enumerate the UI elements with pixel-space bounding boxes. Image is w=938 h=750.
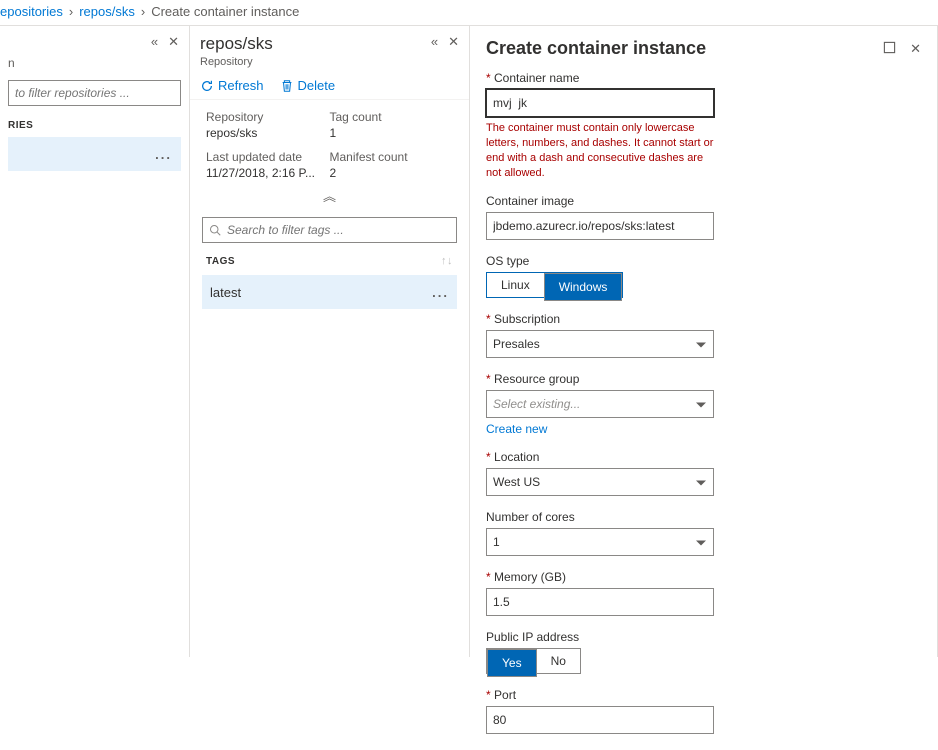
- repository-meta: Repository repos/sks Tag count 1 Last up…: [190, 100, 469, 184]
- port-input[interactable]: [486, 706, 714, 734]
- sort-indicator-icon[interactable]: ↑↓: [441, 255, 453, 267]
- delete-button[interactable]: Delete: [280, 78, 336, 93]
- meta-repo-label: Repository: [206, 110, 330, 124]
- memory-label: Memory (GB): [486, 570, 714, 584]
- public-ip-option-yes[interactable]: Yes: [487, 649, 537, 677]
- tag-search[interactable]: [202, 217, 457, 243]
- filter-repositories-input[interactable]: [8, 80, 181, 106]
- breadcrumb-current: Create container instance: [151, 4, 299, 19]
- subscription-label: Subscription: [486, 312, 714, 326]
- pane1-subheader: n: [8, 54, 181, 80]
- refresh-label: Refresh: [218, 78, 264, 93]
- refresh-button[interactable]: Refresh: [200, 78, 264, 93]
- collapse-meta-icon[interactable]: ︽: [190, 184, 469, 213]
- close-icon[interactable]: ✕: [448, 34, 459, 50]
- container-image-input[interactable]: [486, 212, 714, 240]
- repository-detail-pane: repos/sks Repository « ✕ Refresh Delete …: [190, 26, 470, 657]
- breadcrumb-item-repositories[interactable]: epositories: [0, 4, 63, 19]
- meta-updated-label: Last updated date: [206, 150, 330, 164]
- field-cores: Number of cores: [486, 510, 714, 556]
- create-container-pane: Create container instance ✕ Container na…: [470, 26, 938, 657]
- more-icon[interactable]: ...: [155, 147, 172, 162]
- resource-group-label: Resource group: [486, 372, 714, 386]
- memory-input[interactable]: [486, 588, 714, 616]
- container-name-error: The container must contain only lowercas…: [486, 121, 714, 180]
- tag-list-item[interactable]: latest ...: [202, 275, 457, 309]
- meta-updated-value: 11/27/2018, 2:16 P...: [206, 166, 330, 180]
- location-label: Location: [486, 450, 714, 464]
- close-icon[interactable]: ✕: [910, 41, 921, 57]
- repository-subtitle: Repository: [200, 56, 273, 68]
- field-location: Location: [486, 450, 714, 496]
- field-container-name: Container name The container must contai…: [486, 71, 714, 180]
- create-new-resource-group-link[interactable]: Create new: [486, 422, 547, 436]
- meta-manifest-label: Manifest count: [330, 150, 454, 164]
- create-container-title: Create container instance: [486, 38, 706, 59]
- breadcrumb-separator: ›: [141, 4, 145, 19]
- repository-toolbar: Refresh Delete: [190, 72, 469, 100]
- repository-list-item[interactable]: ...: [8, 137, 181, 171]
- cores-label: Number of cores: [486, 510, 714, 524]
- field-port: Port: [486, 688, 714, 734]
- field-memory: Memory (GB): [486, 570, 714, 616]
- repositories-pane: « ✕ n RIES ...: [0, 26, 190, 657]
- more-icon[interactable]: ...: [432, 285, 449, 300]
- field-container-image: Container image: [486, 194, 714, 240]
- field-os-type: OS type Linux Windows: [486, 254, 714, 298]
- pin-icon[interactable]: [883, 41, 896, 57]
- subscription-select[interactable]: [486, 330, 714, 358]
- field-subscription: Subscription: [486, 312, 714, 358]
- close-icon[interactable]: ✕: [168, 34, 179, 50]
- repositories-category-label: RIES: [8, 120, 181, 131]
- breadcrumb-item-repo[interactable]: repos/sks: [79, 4, 135, 19]
- os-type-option-linux[interactable]: Linux: [487, 273, 544, 297]
- tags-header-label: TAGS: [206, 256, 235, 267]
- os-type-toggle: Linux Windows: [486, 272, 623, 298]
- os-type-option-windows[interactable]: Windows: [544, 273, 623, 301]
- meta-manifest-value: 2: [330, 166, 454, 180]
- meta-tagcount-value: 1: [330, 126, 454, 140]
- search-icon: [209, 224, 221, 236]
- port-label: Port: [486, 688, 714, 702]
- public-ip-option-no[interactable]: No: [537, 649, 580, 673]
- breadcrumb-separator: ›: [69, 4, 73, 19]
- delete-label: Delete: [298, 78, 336, 93]
- meta-tagcount-label: Tag count: [330, 110, 454, 124]
- cores-select[interactable]: [486, 528, 714, 556]
- resource-group-select[interactable]: [486, 390, 714, 418]
- meta-repo-value: repos/sks: [206, 126, 330, 140]
- field-resource-group: Resource group Create new: [486, 372, 714, 436]
- create-container-form: Container name The container must contai…: [470, 63, 730, 750]
- field-public-ip: Public IP address Yes No: [486, 630, 714, 674]
- tag-label: latest: [210, 285, 241, 300]
- container-image-label: Container image: [486, 194, 714, 208]
- breadcrumb: epositories › repos/sks › Create contain…: [0, 0, 938, 26]
- container-name-input[interactable]: [486, 89, 714, 117]
- refresh-icon: [200, 79, 214, 93]
- collapse-icon[interactable]: «: [431, 34, 438, 50]
- public-ip-toggle: Yes No: [486, 648, 581, 674]
- public-ip-label: Public IP address: [486, 630, 714, 644]
- container-name-label: Container name: [486, 71, 714, 85]
- repository-title: repos/sks: [200, 34, 273, 54]
- collapse-icon[interactable]: «: [151, 34, 158, 50]
- location-select[interactable]: [486, 468, 714, 496]
- os-type-label: OS type: [486, 254, 714, 268]
- tag-search-input[interactable]: [225, 222, 450, 238]
- trash-icon: [280, 79, 294, 93]
